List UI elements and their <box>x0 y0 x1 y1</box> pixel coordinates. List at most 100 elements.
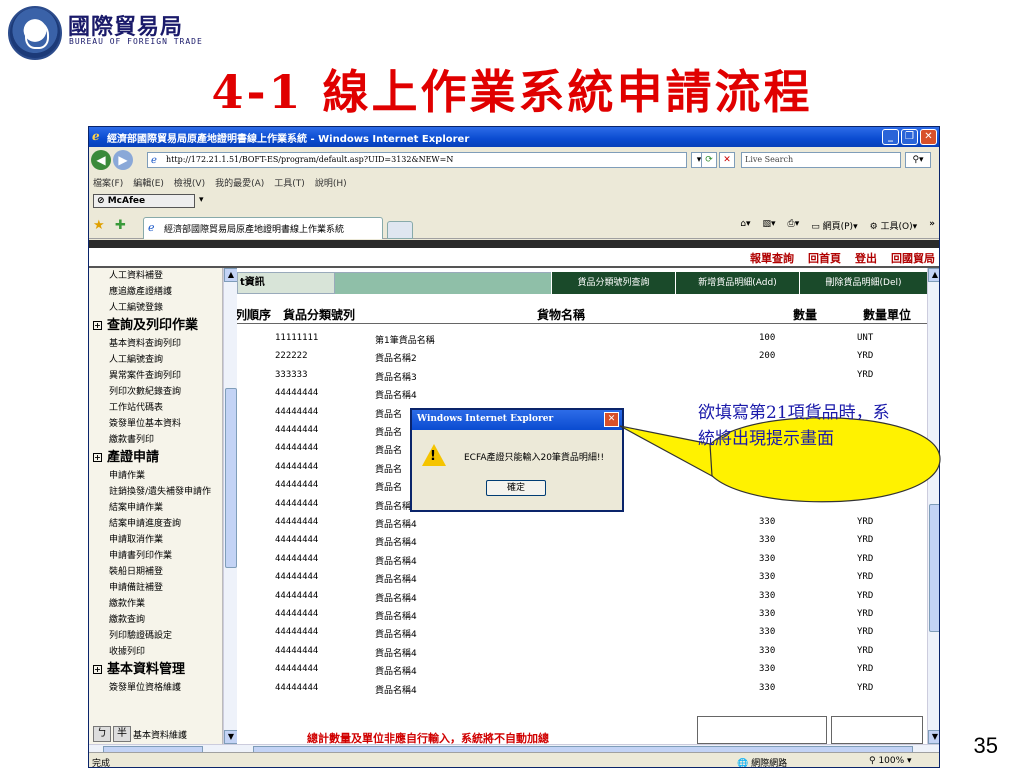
mcafee-dropdown-icon[interactable]: ▾ <box>199 195 204 205</box>
cell-quantity: 200 <box>759 351 776 362</box>
scroll-up-icon[interactable]: ▲ <box>928 268 939 282</box>
sidebar-item[interactable]: 申請書列印作業 <box>89 548 222 564</box>
ime-key-1[interactable]: ㄅ <box>93 726 111 742</box>
close-button[interactable]: ✕ <box>920 129 937 145</box>
sidebar-section[interactable]: + 產證申請 <box>89 448 222 468</box>
total-unit-field[interactable] <box>831 716 923 744</box>
sidebar-scrollbar[interactable]: ▲ ▼ <box>223 268 238 744</box>
sidebar-section[interactable]: + 查詢及列印作業 <box>89 316 222 336</box>
sidebar-item[interactable]: 人工編號查詢 <box>89 352 222 368</box>
sidebar-item[interactable]: 結案申請進度查詢 <box>89 516 222 532</box>
maximize-button[interactable]: ❐ <box>901 129 918 145</box>
forward-button[interactable]: ▶ <box>113 150 133 170</box>
table-row[interactable]: 44444444 貨品名稱4 330 YRD <box>237 643 927 661</box>
nav-declaration-query[interactable]: 報單查詢 <box>750 250 794 266</box>
nav-logout[interactable]: 登出 <box>855 250 877 266</box>
zoom-level[interactable]: ⚲ 100% ▾ <box>869 756 912 766</box>
table-row[interactable]: 44444444 貨品名稱4 330 YRD <box>237 588 927 606</box>
table-row[interactable]: 222222 貨品名稱2 200 YRD <box>237 348 927 366</box>
nav-bureau[interactable]: 回國貿局 <box>891 250 935 266</box>
table-row[interactable]: 333333 貨品名稱3 YRD <box>237 367 927 385</box>
scroll-down-icon[interactable]: ▼ <box>224 730 238 744</box>
sidebar-item-basic-maintenance[interactable]: 基本資料維護 <box>133 728 187 741</box>
sidebar-item[interactable]: 人工編號登錄 <box>89 300 222 316</box>
sidebar-item[interactable]: 申請備註補登 <box>89 580 222 596</box>
dialog-ok-button[interactable]: 確定 <box>486 480 546 496</box>
page-menu[interactable]: ▭ 網頁(P)▾ <box>811 219 857 232</box>
sidebar-item[interactable]: 人工資料補登 <box>89 268 222 284</box>
total-quantity-field[interactable] <box>697 716 827 744</box>
cell-quantity: 330 <box>759 645 776 656</box>
table-row[interactable]: 44444444 貨品名稱4 330 YRD <box>237 680 927 698</box>
sidebar-item[interactable]: 列印次數紀錄查詢 <box>89 384 222 400</box>
sidebar-section[interactable]: + 基本資料管理 <box>89 660 222 680</box>
minimize-button[interactable]: _ <box>882 129 899 145</box>
tab-main[interactable]: ℯ 經濟部國際貿易局原產地證明書線上作業系統 <box>143 217 383 239</box>
sidebar: 人工資料補登 應追繳產證繕護 人工編號登錄 + 查詢及列印作業 基本資料查詢列印 人工編號查… <box>89 268 223 744</box>
mcafee-icon: ⊘ <box>97 196 108 206</box>
menu-edit[interactable]: 編輯(E) <box>133 176 164 190</box>
feeds-icon[interactable]: ▧▾ <box>762 219 775 232</box>
table-row[interactable]: 44444444 貨品名稱4 330 YRD <box>237 624 927 642</box>
sidebar-item[interactable]: 異常案件查詢列印 <box>89 368 222 384</box>
sidebar-item[interactable]: 簽發單位基本資料 <box>89 416 222 432</box>
new-tab-button[interactable] <box>387 221 413 239</box>
table-row[interactable]: 44444444 貨品名稱4 330 YRD <box>237 569 927 587</box>
menu-help[interactable]: 說明(H) <box>315 176 347 190</box>
home-icon[interactable]: ⌂▾ <box>740 219 750 232</box>
cell-goods-name: 貨品名稱4 <box>375 630 417 641</box>
nav-home[interactable]: 回首頁 <box>808 250 841 266</box>
sidebar-item[interactable]: 應追繳產證繕護 <box>89 284 222 300</box>
col-unit: 數量單位 <box>863 308 912 322</box>
expand-icon[interactable]: + <box>93 321 102 330</box>
expand-icon[interactable]: + <box>93 453 102 462</box>
sidebar-item[interactable]: 申請取消作業 <box>89 532 222 548</box>
menu-tools[interactable]: 工具(T) <box>274 176 305 190</box>
col-hs-code: 貨品分類號列 <box>283 308 356 322</box>
search-icon[interactable]: ⚲▾ <box>905 152 931 168</box>
window-titlebar: ℯ 經濟部國際貿易局原產地證明書線上作業系統 - Windows Interne… <box>89 127 939 147</box>
cell-hs-code: 44444444 <box>275 645 319 656</box>
sidebar-item[interactable]: 列印驗證碼設定 <box>89 628 222 644</box>
scroll-down-icon[interactable]: ▼ <box>928 730 939 744</box>
table-row[interactable]: 44444444 貨品名稱4 330 YRD <box>237 606 927 624</box>
stop-icon[interactable]: ✕ <box>719 152 735 168</box>
sidebar-item[interactable]: 繳款書列印 <box>89 432 222 448</box>
sidebar-scroll-thumb[interactable] <box>225 388 237 568</box>
sidebar-item[interactable]: 工作站代碼表 <box>89 400 222 416</box>
menu-favorites[interactable]: 我的最愛(A) <box>215 176 264 190</box>
mcafee-button[interactable]: ⊘ McAfee <box>93 194 195 208</box>
ime-key-2[interactable]: 半 <box>113 726 131 742</box>
sidebar-item[interactable]: 簽發單位資格維護 <box>89 680 222 696</box>
menu-file[interactable]: 檔案(F) <box>93 176 123 190</box>
sidebar-item[interactable]: 裝船日期補登 <box>89 564 222 580</box>
table-row[interactable]: 44444444 貨品名稱4 330 YRD <box>237 551 927 569</box>
expand-icon[interactable]: + <box>93 665 102 674</box>
cell-quantity: 330 <box>759 609 776 619</box>
delete-item-button[interactable]: 刪除貨品明細(Del) <box>799 272 927 294</box>
add-favorite-icon[interactable]: ✚ <box>115 218 126 233</box>
hs-code-query-button[interactable]: 貨品分類號列查詢 <box>551 272 675 294</box>
menu-view[interactable]: 檢視(V) <box>174 176 205 190</box>
scroll-up-icon[interactable]: ▲ <box>224 268 238 282</box>
mcafee-toolbar: ⊘ McAfee ▾ <box>89 191 939 211</box>
search-input[interactable]: Live Search <box>741 152 901 168</box>
table-row[interactable]: 11111111 第1筆貨品名稱 100 UNT <box>237 330 927 348</box>
sidebar-item[interactable]: 基本資料查詢列印 <box>89 336 222 352</box>
address-bar[interactable]: ℯ http://172.21.1.51/BOFT-ES/program/def… <box>147 152 687 168</box>
table-row[interactable]: 44444444 貨品名稱4 330 YRD <box>237 661 927 679</box>
chevron-icon[interactable]: » <box>929 219 935 232</box>
sidebar-item[interactable]: 結案申請作業 <box>89 500 222 516</box>
sidebar-item[interactable]: 繳款查詢 <box>89 612 222 628</box>
sidebar-item[interactable]: 註銷換發/遺失補發申請作 <box>89 484 222 500</box>
add-item-button[interactable]: 新增貨品明細(Add) <box>675 272 799 294</box>
sidebar-item[interactable]: 收據列印 <box>89 644 222 660</box>
favorites-star-icon[interactable]: ★ <box>93 218 105 233</box>
sidebar-item[interactable]: 繳款作業 <box>89 596 222 612</box>
print-icon[interactable]: ⎙▾ <box>788 219 800 232</box>
tools-menu[interactable]: ⚙ 工具(O)▾ <box>870 219 918 232</box>
back-button[interactable]: ◀ <box>91 150 111 170</box>
refresh-icon[interactable]: ⟳ <box>701 152 717 168</box>
table-row[interactable]: 44444444 貨品名稱4 330 YRD <box>237 532 927 550</box>
sidebar-item[interactable]: 申請作業 <box>89 468 222 484</box>
